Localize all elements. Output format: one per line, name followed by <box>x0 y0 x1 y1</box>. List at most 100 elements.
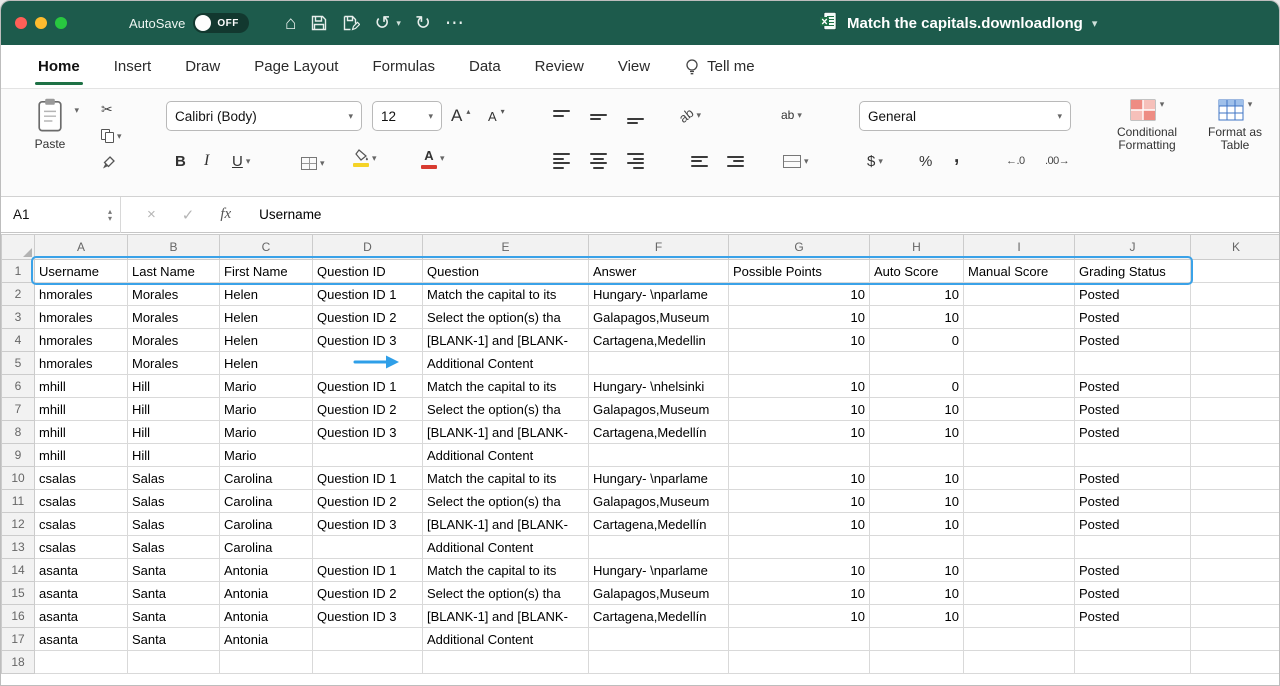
cell-C18[interactable] <box>220 651 313 674</box>
cell-K17[interactable] <box>1191 628 1280 651</box>
cell-H18[interactable] <box>870 651 964 674</box>
more-commands-icon[interactable]: ⋯ <box>445 14 464 33</box>
cell-C7[interactable]: Mario <box>220 398 313 421</box>
cell-B8[interactable]: Hill <box>128 421 220 444</box>
cell-F10[interactable]: Hungary- \nparlame <box>589 467 729 490</box>
cell-I9[interactable] <box>964 444 1075 467</box>
cell-I8[interactable] <box>964 421 1075 444</box>
cell-F6[interactable]: Hungary- \nhelsinki <box>589 375 729 398</box>
cell-B9[interactable]: Hill <box>128 444 220 467</box>
cell-F16[interactable]: Cartagena,Medellín <box>589 605 729 628</box>
cell-A13[interactable]: csalas <box>35 536 128 559</box>
cell-A12[interactable]: csalas <box>35 513 128 536</box>
format-painter-button[interactable] <box>101 153 116 173</box>
cell-J1[interactable]: Grading Status <box>1075 260 1191 283</box>
cell-F18[interactable] <box>589 651 729 674</box>
cell-B12[interactable]: Salas <box>128 513 220 536</box>
cell-G15[interactable]: 10 <box>729 582 870 605</box>
conditional-formatting-button[interactable]: ▾ Conditional Formatting <box>1099 99 1195 152</box>
col-header-G[interactable]: G <box>729 235 870 260</box>
cell-C12[interactable]: Carolina <box>220 513 313 536</box>
cell-K12[interactable] <box>1191 513 1280 536</box>
cell-F14[interactable]: Hungary- \nparlame <box>589 559 729 582</box>
col-header-J[interactable]: J <box>1075 235 1191 260</box>
cell-F9[interactable] <box>589 444 729 467</box>
cell-G16[interactable]: 10 <box>729 605 870 628</box>
cell-B13[interactable]: Salas <box>128 536 220 559</box>
cell-C14[interactable]: Antonia <box>220 559 313 582</box>
row-header-11[interactable]: 11 <box>2 490 35 513</box>
cell-D3[interactable]: Question ID 2 <box>313 306 423 329</box>
cell-G6[interactable]: 10 <box>729 375 870 398</box>
formula-bar-value[interactable]: Username <box>259 207 321 222</box>
cell-H9[interactable] <box>870 444 964 467</box>
increase-font-size-button[interactable]: A▴ <box>451 102 470 130</box>
cell-E9[interactable]: Additional Content <box>423 444 589 467</box>
cell-K5[interactable] <box>1191 352 1280 375</box>
cell-A17[interactable]: asanta <box>35 628 128 651</box>
undo-icon[interactable]: ↺ <box>374 14 390 33</box>
cell-F1[interactable]: Answer <box>589 260 729 283</box>
name-box-spinner[interactable]: ▴ ▾ <box>108 208 112 222</box>
cell-I6[interactable] <box>964 375 1075 398</box>
cell-E10[interactable]: Match the capital to its <box>423 467 589 490</box>
merge-center-button[interactable]: ▾ <box>783 147 809 175</box>
fill-color-button[interactable]: ▾ <box>353 144 377 172</box>
cell-E17[interactable]: Additional Content <box>423 628 589 651</box>
zoom-button[interactable] <box>55 17 67 29</box>
cell-K6[interactable] <box>1191 375 1280 398</box>
cell-E7[interactable]: Select the option(s) tha <box>423 398 589 421</box>
cell-D18[interactable] <box>313 651 423 674</box>
percent-button[interactable]: % <box>919 147 932 175</box>
row-header-14[interactable]: 14 <box>2 559 35 582</box>
cell-A9[interactable]: mhill <box>35 444 128 467</box>
cell-E13[interactable]: Additional Content <box>423 536 589 559</box>
cell-G2[interactable]: 10 <box>729 283 870 306</box>
cell-B10[interactable]: Salas <box>128 467 220 490</box>
cell-B16[interactable]: Santa <box>128 605 220 628</box>
cell-F15[interactable]: Galapagos,Museum <box>589 582 729 605</box>
cell-C13[interactable]: Carolina <box>220 536 313 559</box>
cell-E12[interactable]: [BLANK-1] and [BLANK- <box>423 513 589 536</box>
cell-B6[interactable]: Hill <box>128 375 220 398</box>
cell-J13[interactable] <box>1075 536 1191 559</box>
paste-button[interactable]: ▾ Paste <box>19 97 81 151</box>
cell-A18[interactable] <box>35 651 128 674</box>
cell-J9[interactable] <box>1075 444 1191 467</box>
col-header-F[interactable]: F <box>589 235 729 260</box>
copy-button[interactable]: ▾ <box>101 126 122 146</box>
cut-button[interactable]: ✂ <box>101 99 113 119</box>
tab-review[interactable]: Review <box>518 45 601 88</box>
row-header-12[interactable]: 12 <box>2 513 35 536</box>
cell-C1[interactable]: First Name <box>220 260 313 283</box>
cell-B7[interactable]: Hill <box>128 398 220 421</box>
cell-I12[interactable] <box>964 513 1075 536</box>
cell-E2[interactable]: Match the capital to its <box>423 283 589 306</box>
row-header-16[interactable]: 16 <box>2 605 35 628</box>
decrease-decimal-button[interactable]: .00→ <box>1045 147 1069 175</box>
cell-A3[interactable]: hmorales <box>35 306 128 329</box>
row-header-5[interactable]: 5 <box>2 352 35 375</box>
cell-F7[interactable]: Galapagos,Museum <box>589 398 729 421</box>
cell-D7[interactable]: Question ID 2 <box>313 398 423 421</box>
cell-B3[interactable]: Morales <box>128 306 220 329</box>
wrap-text-button[interactable]: ab ▾ <box>781 101 802 129</box>
tab-tell-me[interactable]: Tell me <box>667 45 772 88</box>
tab-page-layout[interactable]: Page Layout <box>237 45 355 88</box>
currency-button[interactable]: $ ▾ <box>867 147 883 175</box>
cell-K10[interactable] <box>1191 467 1280 490</box>
cell-A10[interactable]: csalas <box>35 467 128 490</box>
cell-E8[interactable]: [BLANK-1] and [BLANK- <box>423 421 589 444</box>
cell-F3[interactable]: Galapagos,Museum <box>589 306 729 329</box>
autosave-toggle[interactable]: OFF <box>193 13 249 33</box>
confirm-entry-icon[interactable]: ✓ <box>182 206 195 224</box>
cell-A16[interactable]: asanta <box>35 605 128 628</box>
col-header-H[interactable]: H <box>870 235 964 260</box>
cell-J16[interactable]: Posted <box>1075 605 1191 628</box>
title-chevron-icon[interactable]: ▾ <box>1092 17 1098 30</box>
cell-E3[interactable]: Select the option(s) tha <box>423 306 589 329</box>
cell-A15[interactable]: asanta <box>35 582 128 605</box>
decrease-font-size-button[interactable]: A▾ <box>488 102 505 130</box>
cell-I10[interactable] <box>964 467 1075 490</box>
cell-D11[interactable]: Question ID 2 <box>313 490 423 513</box>
